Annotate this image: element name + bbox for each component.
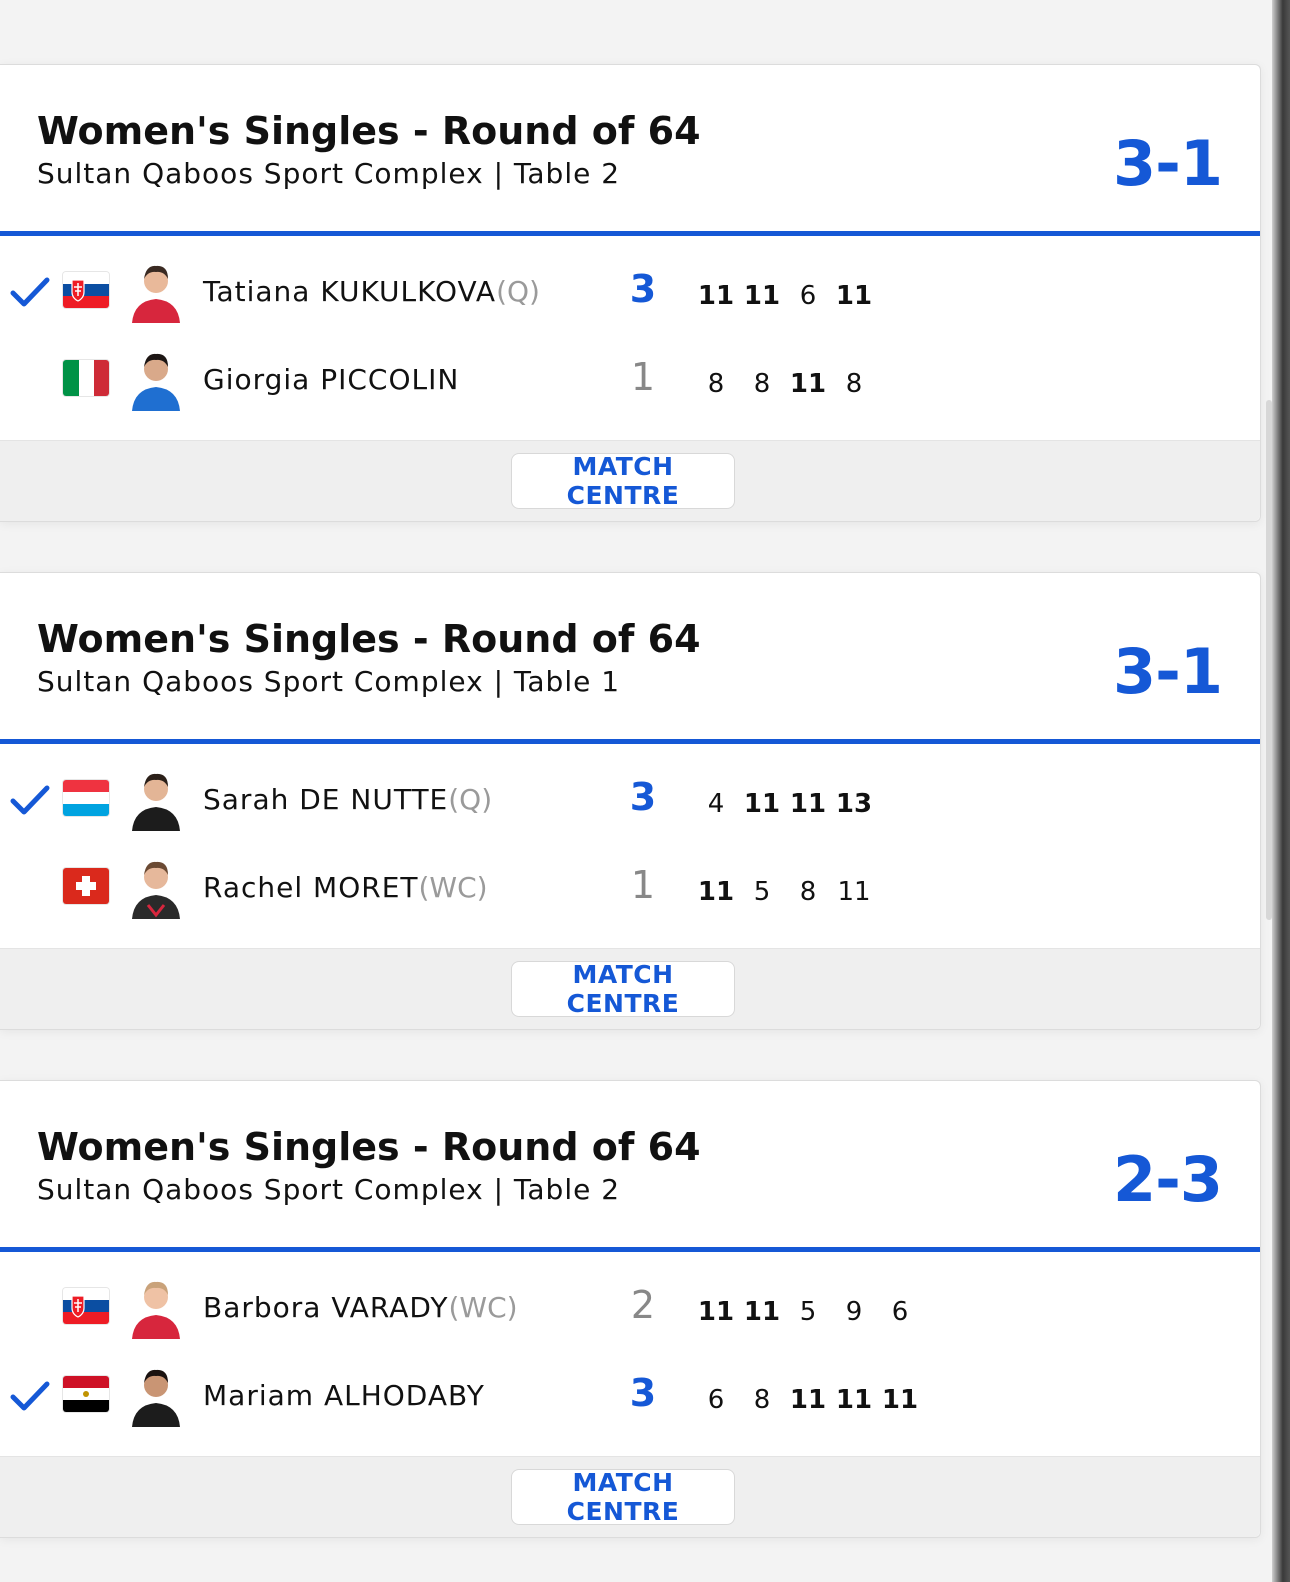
match-centre-button[interactable]: MATCH CENTRE <box>511 1468 735 1526</box>
player-name: Tatiana KUKULKOVA(Q) <box>203 275 540 308</box>
player-avatar <box>132 1369 180 1427</box>
set-score: 11 <box>743 1297 781 1327</box>
games-won: 3 <box>629 267 657 311</box>
luxembourg-flag <box>63 780 109 816</box>
games-won: 1 <box>630 355 656 399</box>
winner-check-icon <box>10 277 50 307</box>
match-header: Women's Singles - Round of 64 Sultan Qab… <box>0 573 1260 744</box>
match-venue: Sultan Qaboos Sport Complex | Table 2 <box>37 1173 621 1206</box>
set-score: 11 <box>697 281 735 311</box>
set-score: 11 <box>789 369 827 399</box>
winner-check-icon <box>10 1381 50 1411</box>
final-score: 2-3 <box>1112 1143 1223 1216</box>
player-name: Sarah DE NUTTE(Q) <box>203 783 493 816</box>
player-row: Mariam ALHODABY 3 6 8 11 11 11 <box>0 1351 1260 1441</box>
match-header: Women's Singles - Round of 64 Sultan Qab… <box>0 1081 1260 1252</box>
set-score: 11 <box>743 789 781 819</box>
player-row: Barbora VARADY(WC) 2 11 11 5 9 6 <box>0 1263 1260 1353</box>
winner-check-icon <box>10 785 50 815</box>
set-score: 11 <box>789 789 827 819</box>
set-score: 11 <box>697 877 735 907</box>
match-card: Women's Singles - Round of 64 Sultan Qab… <box>0 1080 1261 1538</box>
player-name: Giorgia PICCOLIN <box>203 363 460 396</box>
match-title: Women's Singles - Round of 64 <box>37 109 701 153</box>
match-footer: MATCH CENTRE <box>0 1456 1260 1537</box>
set-score: 11 <box>835 1385 873 1415</box>
player-name: Mariam ALHODABY <box>203 1379 485 1412</box>
slovakia-flag <box>63 1288 109 1324</box>
set-score: 5 <box>799 1297 817 1327</box>
games-won: 1 <box>630 863 656 907</box>
egypt-flag <box>63 1376 109 1412</box>
match-centre-button[interactable]: MATCH CENTRE <box>511 960 735 1018</box>
player-name: Barbora VARADY(WC) <box>203 1291 518 1324</box>
match-footer: MATCH CENTRE <box>0 440 1260 521</box>
match-venue: Sultan Qaboos Sport Complex | Table 2 <box>37 157 621 190</box>
player-avatar <box>132 353 180 411</box>
set-score: 8 <box>845 369 863 399</box>
final-score: 3-1 <box>1112 127 1223 200</box>
match-centre-button[interactable]: MATCH CENTRE <box>511 452 735 510</box>
set-score: 8 <box>753 369 771 399</box>
match-footer: MATCH CENTRE <box>0 948 1260 1029</box>
match-title: Women's Singles - Round of 64 <box>37 617 701 661</box>
player-row: Rachel MORET(WC) 1 11 5 8 11 <box>0 843 1260 933</box>
games-won: 2 <box>630 1283 656 1327</box>
slovakia-flag <box>63 272 109 308</box>
player-avatar <box>132 1281 180 1339</box>
match-venue: Sultan Qaboos Sport Complex | Table 1 <box>37 665 621 698</box>
set-score: 11 <box>743 281 781 311</box>
match-card: Women's Singles - Round of 64 Sultan Qab… <box>0 572 1261 1030</box>
games-won: 3 <box>629 1371 657 1415</box>
player-row: Sarah DE NUTTE(Q) 3 4 11 11 13 <box>0 755 1260 845</box>
set-score: 6 <box>707 1385 725 1415</box>
player-avatar <box>132 773 180 831</box>
match-header: Women's Singles - Round of 64 Sultan Qab… <box>0 65 1260 236</box>
set-score: 8 <box>799 877 817 907</box>
player-row: Tatiana KUKULKOVA(Q) 3 11 11 6 11 <box>0 247 1260 337</box>
set-score: 11 <box>697 1297 735 1327</box>
set-score: 11 <box>789 1385 827 1415</box>
switzerland-flag <box>63 868 109 904</box>
set-score: 11 <box>835 281 873 311</box>
italy-flag <box>63 360 109 396</box>
set-score: 8 <box>707 369 725 399</box>
final-score: 3-1 <box>1112 635 1223 708</box>
player-avatar <box>132 861 180 919</box>
set-score: 9 <box>845 1297 863 1327</box>
games-won: 3 <box>629 775 657 819</box>
player-name: Rachel MORET(WC) <box>203 871 488 904</box>
set-score: 13 <box>835 789 873 819</box>
player-row: Giorgia PICCOLIN 1 8 8 11 8 <box>0 335 1260 425</box>
set-score: 6 <box>799 281 817 311</box>
window-edge <box>1272 0 1290 1582</box>
set-score: 8 <box>753 1385 771 1415</box>
set-score: 11 <box>881 1385 919 1415</box>
set-score: 5 <box>753 877 771 907</box>
set-score: 4 <box>707 789 725 819</box>
set-score: 6 <box>891 1297 909 1327</box>
player-avatar <box>132 265 180 323</box>
match-card: Women's Singles - Round of 64 Sultan Qab… <box>0 64 1261 522</box>
set-score: 11 <box>837 877 871 907</box>
match-title: Women's Singles - Round of 64 <box>37 1125 701 1169</box>
